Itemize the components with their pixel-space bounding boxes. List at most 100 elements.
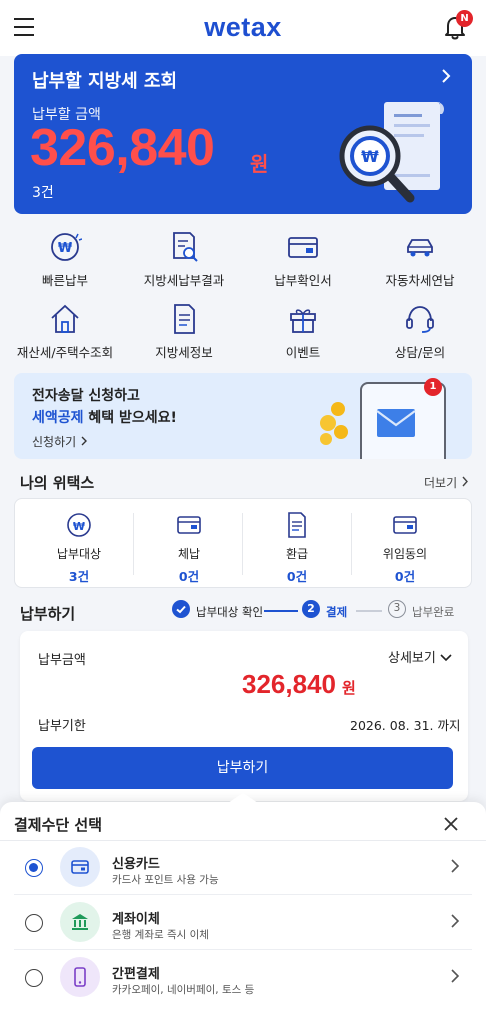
- payment-section-title: 납부하기: [20, 605, 76, 623]
- card-icon: [393, 516, 417, 534]
- quick-menu-label: 지방세납부결과: [143, 273, 225, 288]
- quick-menu-tax-info[interactable]: 지방세정보: [124, 302, 244, 361]
- won-coin-icon: ₩: [51, 233, 82, 261]
- svg-text:₩: ₩: [73, 520, 85, 533]
- app-header: wetax N: [0, 0, 486, 56]
- quick-menu-property-tax[interactable]: 재산세/주택수조회: [5, 302, 125, 361]
- quick-menu-label: 납부확인서: [274, 273, 332, 288]
- step-label: 납부완료: [412, 605, 455, 619]
- radio-button[interactable]: [25, 914, 43, 932]
- my-wetax-arrears[interactable]: 체납 0건: [135, 499, 243, 587]
- payment-card: 납부금액 상세보기 326,840 원 납부기한 2026. 08. 31. 까…: [20, 631, 468, 801]
- close-icon[interactable]: [443, 816, 459, 832]
- option-name: 간편결제: [112, 967, 160, 982]
- step-connector: [264, 610, 298, 612]
- my-wetax-delegation[interactable]: 위임동의 0건: [351, 499, 459, 587]
- quick-menu-event[interactable]: 이벤트: [243, 302, 363, 361]
- more-label: 더보기: [424, 476, 458, 490]
- quick-menu-label: 자동차세연납: [385, 273, 455, 288]
- banner-apply-label: 신청하기: [32, 435, 77, 449]
- chevron-right-icon: [81, 436, 87, 446]
- coins-icon: [320, 402, 348, 445]
- quick-menu-consultation[interactable]: 상담/문의: [360, 302, 480, 361]
- my-wetax-label: 위임동의: [382, 547, 428, 561]
- banner-line1: 전자송달 신청하고: [32, 388, 140, 404]
- my-wetax-refund[interactable]: 환급 0건: [243, 499, 351, 587]
- chevron-right-icon: [451, 914, 460, 928]
- my-wetax-value: 3건: [68, 569, 90, 584]
- payment-stepper: 납부대상 확인 2 결제 3 납부완료: [172, 600, 462, 622]
- banner-badge: 1: [424, 378, 442, 396]
- quick-menu-fast-pay[interactable]: ₩ 빠른납부: [5, 230, 125, 289]
- banner-apply-link[interactable]: 신청하기: [32, 433, 88, 450]
- svg-text:₩: ₩: [361, 147, 379, 166]
- option-description: 카드사 포인트 사용 가능: [112, 874, 219, 886]
- my-wetax-value: 0건: [394, 569, 416, 584]
- house-icon: [51, 304, 79, 333]
- credit-card-icon: [60, 847, 100, 887]
- step-label: 결제: [326, 605, 348, 619]
- gift-icon: [290, 309, 316, 333]
- due-date: 2026. 08. 31. 까지: [350, 718, 461, 733]
- chevron-down-icon: [440, 654, 452, 662]
- banner-line2-rest: 혜택 받으세요!: [83, 410, 177, 426]
- pay-button[interactable]: 납부하기: [32, 747, 453, 789]
- my-wetax-value: 0건: [178, 569, 200, 584]
- chevron-right-icon: [451, 969, 460, 983]
- quick-menu-payment-result[interactable]: 지방세납부결과: [124, 230, 244, 289]
- step-label: 납부대상 확인: [196, 605, 264, 619]
- my-wetax-card: ₩ 납부대상 3건 체납 0건 환급 0건 위임동의 0건: [14, 498, 472, 588]
- chevron-right-icon: [451, 859, 460, 873]
- envelope-icon: [376, 409, 416, 437]
- card-icon: [288, 237, 318, 258]
- chevron-right-icon: [440, 67, 452, 90]
- due-date-label: 납부기한: [38, 719, 86, 734]
- hero-title: 납부할 지방세 조회: [32, 71, 178, 92]
- svg-text:₩: ₩: [58, 241, 73, 256]
- quick-menu-car-tax[interactable]: 자동차세연납: [360, 230, 480, 289]
- amount-unit: 원: [250, 152, 269, 176]
- option-name: 신용카드: [112, 857, 160, 872]
- option-description: 카카오페이, 네이버페이, 토스 등: [112, 984, 255, 996]
- quick-menu-label: 재산세/주택수조회: [16, 345, 114, 360]
- chevron-right-icon: [462, 476, 468, 487]
- won-coin-icon: ₩: [67, 513, 91, 537]
- quick-menu: ₩ 빠른납부 지방세납부결과 납부확인서 자동차세연납 재산세/주택수조회 지방…: [0, 226, 486, 366]
- detail-toggle[interactable]: 상세보기: [388, 647, 452, 666]
- payment-option-bank-transfer[interactable]: 계좌이체 은행 계좌로 즉시 이체: [14, 895, 472, 949]
- my-wetax-value: 0건: [286, 569, 308, 584]
- quick-menu-label: 지방세정보: [155, 345, 213, 360]
- my-wetax-due-target[interactable]: ₩ 납부대상 3건: [25, 499, 133, 587]
- banner-highlight: 세액공제: [32, 410, 84, 426]
- option-name: 계좌이체: [112, 912, 160, 927]
- detail-label: 상세보기: [388, 651, 436, 666]
- document-icon: [174, 304, 195, 334]
- radio-button[interactable]: [25, 969, 43, 987]
- radio-button[interactable]: [25, 859, 43, 877]
- document-icon: [288, 512, 306, 538]
- tax-search-illustration-icon: ₩: [339, 102, 444, 203]
- due-amount: 326,840: [30, 119, 215, 177]
- sheet-pointer: [228, 793, 258, 803]
- payment-option-credit-card[interactable]: 신용카드 카드사 포인트 사용 가능: [14, 840, 472, 894]
- more-link[interactable]: 더보기: [424, 474, 469, 491]
- banner-line2: 세액공제 혜택 받으세요!: [32, 407, 177, 427]
- wetax-logo[interactable]: wetax: [0, 12, 486, 43]
- option-description: 은행 계좌로 즉시 이체: [112, 929, 209, 941]
- mobile-phone-icon: [60, 957, 100, 997]
- step-connector: [356, 610, 382, 612]
- my-wetax-label: 체납: [177, 547, 201, 561]
- tax-due-summary-card[interactable]: 납부할 지방세 조회 납부할 금액 326,840 원 3건 ₩: [14, 54, 472, 214]
- quick-menu-label: 상담/문의: [394, 345, 446, 360]
- quick-menu-label: 이벤트: [285, 345, 321, 360]
- payment-amount: 326,840: [242, 669, 336, 699]
- quick-menu-label: 빠른납부: [41, 273, 88, 288]
- payment-option-easy-pay[interactable]: 간편결제 카카오페이, 네이버페이, 토스 등: [14, 950, 472, 1004]
- payment-amount-label: 납부금액: [38, 653, 86, 668]
- divider: [133, 513, 134, 575]
- quick-menu-payment-certificate[interactable]: 납부확인서: [243, 230, 363, 289]
- card-icon: [177, 516, 201, 534]
- headset-icon: [406, 306, 434, 333]
- bank-icon: [60, 902, 100, 942]
- my-wetax-label: 납부대상: [56, 547, 102, 561]
